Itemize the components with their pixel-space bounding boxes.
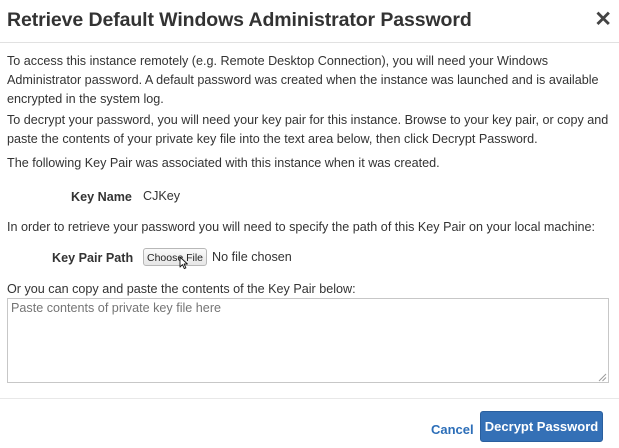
private-key-textarea[interactable] [7, 298, 609, 383]
association-note: The following Key Pair was associated wi… [7, 156, 440, 170]
dialog-header: Retrieve Default Windows Administrator P… [0, 0, 619, 43]
footer-divider [0, 398, 619, 399]
decrypt-password-button[interactable]: Decrypt Password [480, 411, 603, 442]
paste-label: Or you can copy and paste the contents o… [7, 282, 356, 296]
choose-file-button[interactable]: Choose File [143, 248, 207, 266]
intro-paragraph: To access this instance remotely (e.g. R… [7, 54, 599, 106]
key-pair-path-label: Key Pair Path [52, 251, 134, 265]
close-icon[interactable]: ✕ [594, 8, 612, 32]
path-instructions: In order to retrieve your password you w… [7, 220, 596, 234]
file-status: No file chosen [212, 250, 292, 264]
decrypt-instructions: To decrypt your password, you will need … [7, 113, 609, 146]
resize-grip-icon[interactable] [597, 372, 607, 382]
key-name-label: Key Name [71, 190, 132, 204]
cancel-button[interactable]: Cancel [431, 422, 474, 437]
mouse-pointer-icon [179, 256, 188, 270]
key-name-value: CJKey [143, 189, 181, 203]
dialog-title: Retrieve Default Windows Administrator P… [7, 9, 472, 31]
